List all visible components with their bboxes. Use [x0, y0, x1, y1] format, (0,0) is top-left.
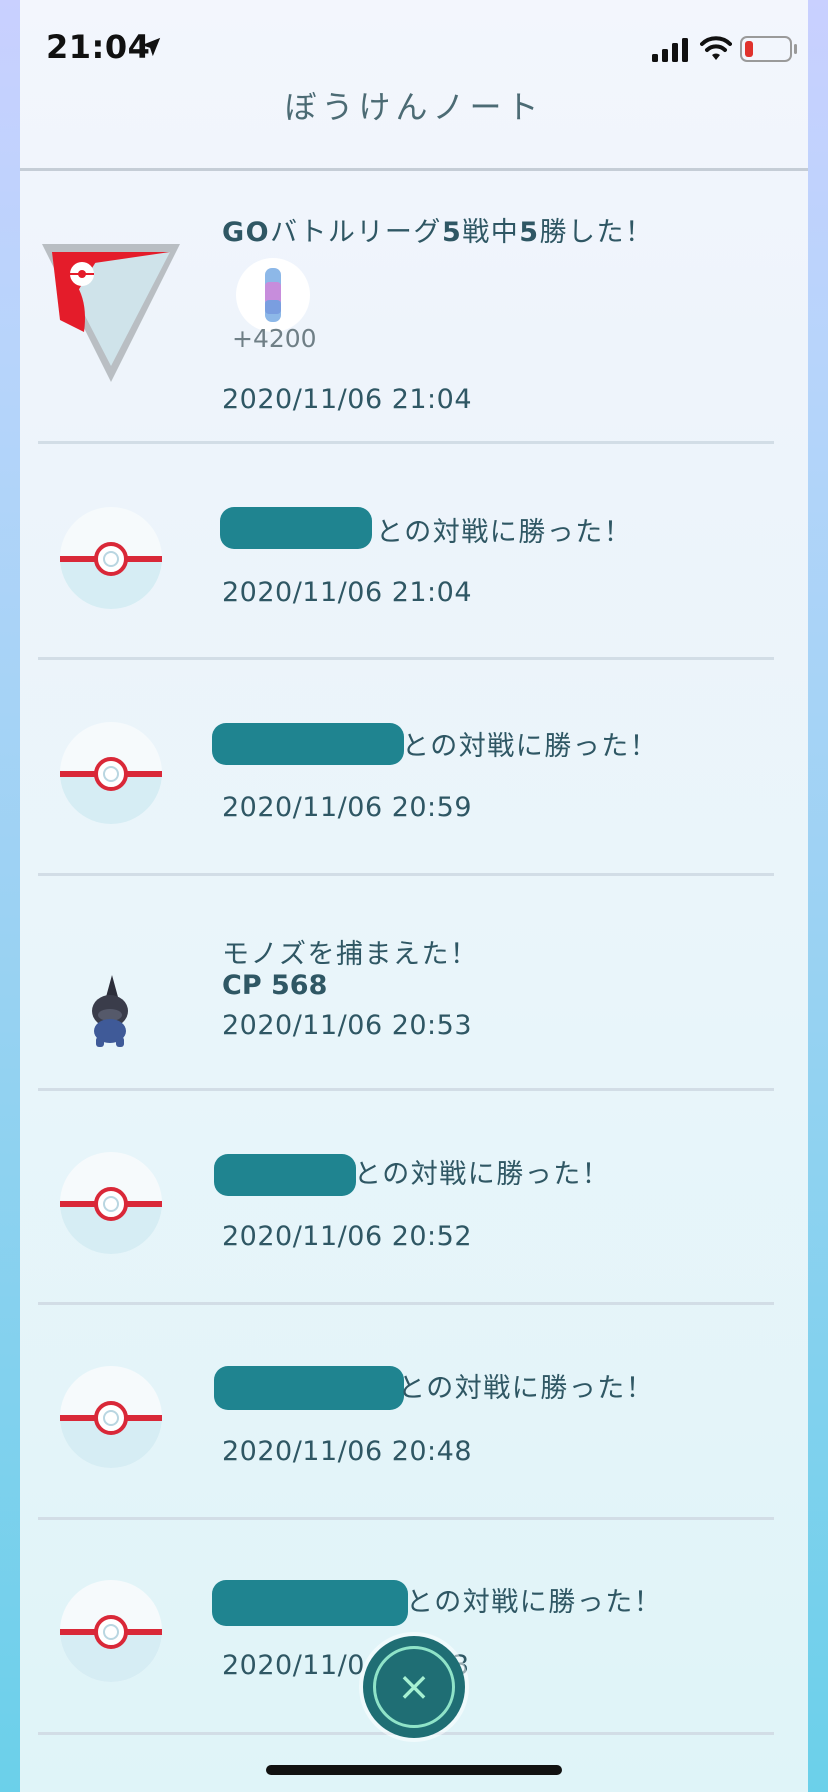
redacted-opponent-name — [214, 1366, 404, 1410]
redacted-opponent-name — [214, 1154, 356, 1196]
status-time: 21:04 — [46, 28, 151, 66]
entry-divider — [38, 873, 774, 876]
entry-title: との対戦に勝った！ — [354, 1159, 611, 1190]
entry-title: モノズを捕まえた！ — [222, 939, 479, 970]
close-icon: × — [397, 1664, 431, 1710]
entry-title: との対戦に勝った！ — [398, 1373, 655, 1404]
stardust-amount: +4200 — [232, 324, 317, 353]
battle-league-title: GOバトルリーグ5戦中5勝した！ — [222, 217, 654, 248]
premier-ball-icon — [60, 507, 162, 609]
entry-divider — [38, 1088, 774, 1091]
entry-date: 2020/11/06 20:53 — [222, 1010, 473, 1041]
entry-divider — [38, 657, 774, 660]
stardust-reward — [236, 258, 310, 332]
stardust-icon — [265, 268, 281, 322]
location-arrow-icon — [141, 37, 161, 57]
premier-ball-icon — [60, 1580, 162, 1682]
premier-ball-icon — [60, 1366, 162, 1468]
entry-date: 2020/11/06 20:59 — [222, 792, 473, 823]
redacted-opponent-name — [212, 723, 404, 765]
redacted-opponent-name — [220, 507, 372, 549]
header-divider — [20, 168, 808, 171]
signal-icon — [652, 38, 688, 62]
entry-date: 2020/11/06 21:04 — [222, 384, 473, 415]
entry-date: 2020/11/06 20:52 — [222, 1221, 473, 1252]
entry-title: との対戦に勝った！ — [406, 1587, 663, 1618]
entry-title: との対戦に勝った！ — [402, 731, 659, 762]
home-indicator[interactable] — [266, 1765, 562, 1775]
premier-ball-icon — [60, 722, 162, 824]
deino-pokemon-icon — [92, 975, 128, 1047]
battery-icon — [740, 36, 797, 62]
page-title: ぼうけんノート — [284, 88, 544, 126]
entry-date: 2020/11/06 20:48 — [222, 1436, 473, 1467]
cp-value: CP 568 — [222, 970, 328, 1001]
entry-title: との対戦に勝った！ — [376, 517, 633, 548]
wifi-icon — [700, 36, 732, 60]
entry-divider — [38, 1517, 774, 1520]
close-button[interactable]: × — [363, 1636, 465, 1738]
entry-date: 2020/11/06 21:04 — [222, 577, 473, 608]
redacted-opponent-name — [212, 1580, 408, 1626]
premier-ball-icon — [60, 1152, 162, 1254]
entry-date-partial: 2020/11/0 — [222, 1650, 365, 1681]
battle-league-badge-icon — [42, 244, 180, 382]
entry-divider — [38, 1302, 774, 1305]
entry-divider — [38, 441, 774, 444]
